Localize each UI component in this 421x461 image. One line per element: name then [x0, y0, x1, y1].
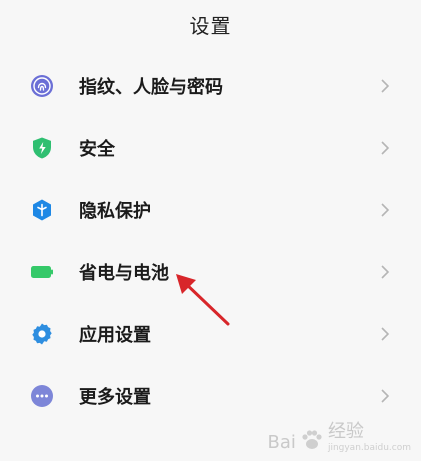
- paw-icon: [302, 430, 322, 449]
- settings-list: 指纹、人脸与密码 安全 隐私保护 省电与电池 应用设置 更多设置: [0, 55, 421, 427]
- shield-icon: [30, 136, 54, 160]
- settings-item-security[interactable]: 安全: [0, 117, 421, 179]
- settings-item-label: 更多设置: [79, 387, 151, 408]
- settings-item-label: 指纹、人脸与密码: [79, 77, 223, 98]
- chevron-right-icon: [381, 79, 390, 93]
- red-arrow-annotation: [176, 274, 230, 326]
- settings-item-fingerprint-face-password[interactable]: 指纹、人脸与密码: [0, 55, 421, 117]
- baidu-jingyan-watermark: Bai 经验 jingyan.baidu.com: [268, 417, 411, 453]
- watermark-text-right: 经验: [327, 421, 364, 442]
- more-icon: [30, 384, 54, 408]
- chevron-right-icon: [381, 203, 390, 217]
- fingerprint-icon: [30, 74, 54, 98]
- settings-item-label: 安全: [79, 139, 115, 160]
- chevron-right-icon: [381, 389, 390, 403]
- watermark-text-left: Bai: [267, 432, 296, 453]
- settings-item-label: 应用设置: [79, 325, 151, 346]
- chevron-right-icon: [381, 327, 390, 341]
- page-title: 设置: [189, 14, 232, 38]
- chevron-right-icon: [381, 265, 390, 279]
- chevron-right-icon: [381, 141, 390, 155]
- settings-item-privacy[interactable]: 隐私保护: [0, 179, 421, 241]
- battery-icon: [30, 260, 54, 284]
- watermark-subtext: jingyan.baidu.com: [327, 443, 411, 453]
- privacy-icon: [30, 198, 54, 222]
- settings-item-label: 隐私保护: [79, 201, 151, 222]
- gear-icon: [30, 322, 54, 346]
- settings-item-label: 省电与电池: [79, 263, 169, 284]
